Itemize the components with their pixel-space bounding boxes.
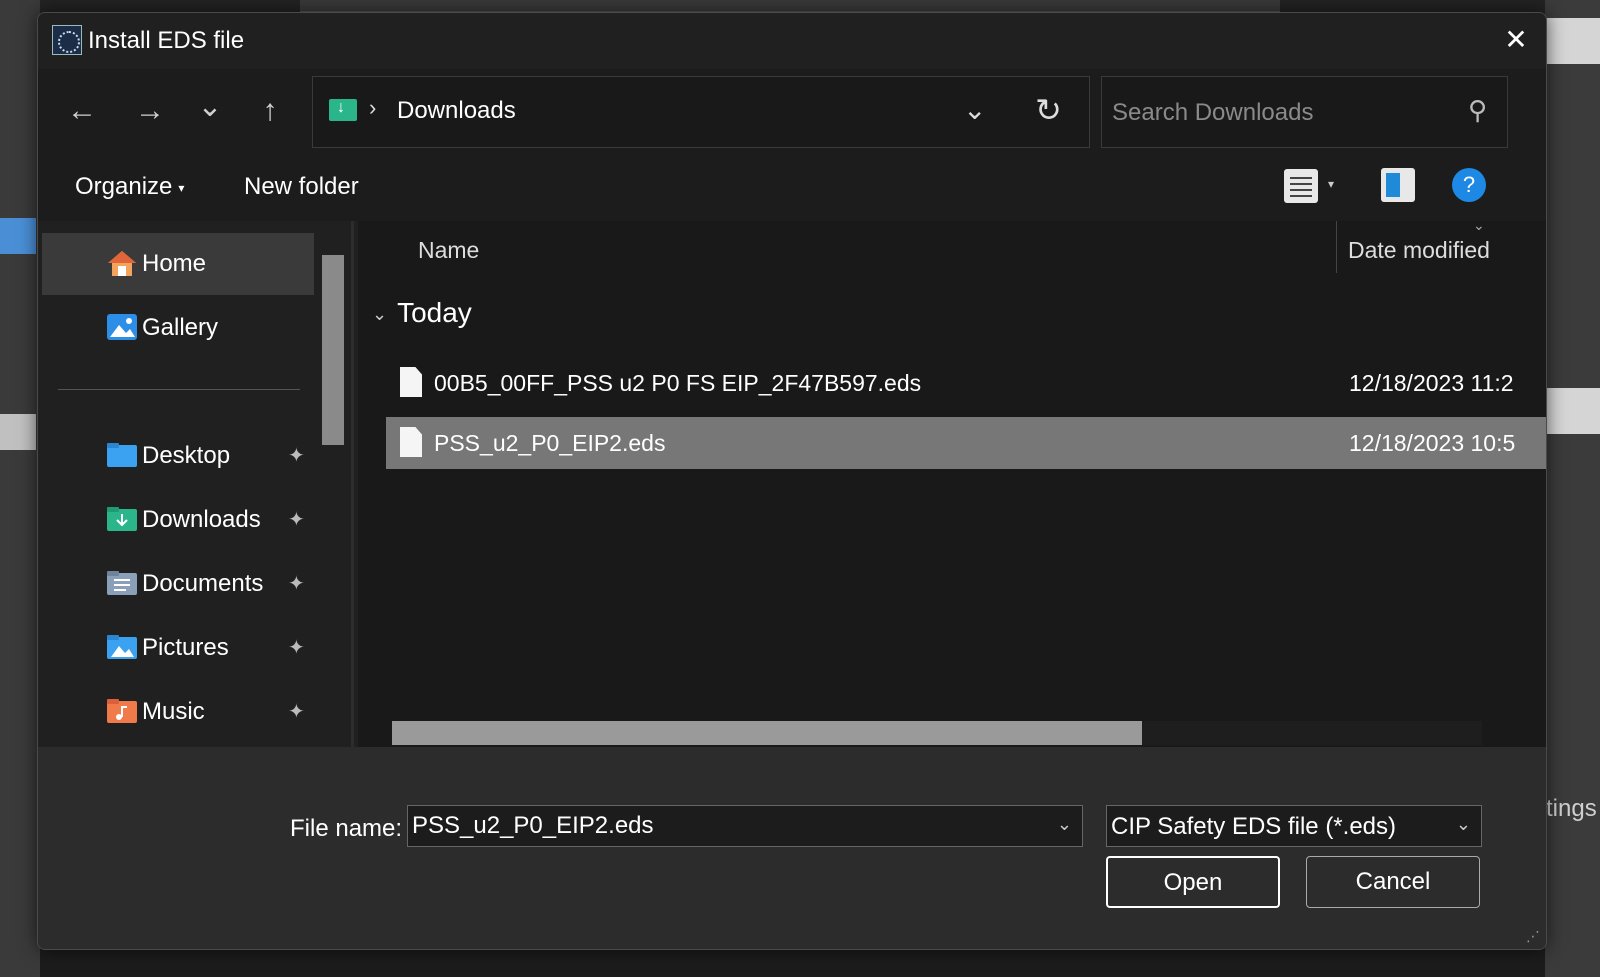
sort-indicator-icon: ⌄ <box>1473 217 1485 233</box>
forward-icon[interactable]: → <box>130 91 170 131</box>
file-icon <box>400 427 422 457</box>
chevron-down-icon[interactable]: ⌄ <box>1057 814 1072 835</box>
file-list: Name ⌄ Date modified ⌄ Today 00B5_00FF_PS… <box>358 217 1546 747</box>
navigation-bar: ← → ⌄ ↑ › Downloads ⌄ ↻ ⚲ <box>38 69 1546 159</box>
open-button[interactable]: Open <box>1106 856 1280 908</box>
file-date-modified: 12/18/2023 10:5 <box>1349 430 1516 456</box>
search-input[interactable] <box>1112 95 1442 131</box>
back-icon[interactable]: ← <box>62 91 102 131</box>
background-right-block <box>1545 388 1600 434</box>
dialog-footer: File name: ⌄ CIP Safety EDS file (*.eds)… <box>38 747 1546 949</box>
background-right-panel <box>1545 0 1600 977</box>
pin-icon[interactable]: ✦ <box>288 443 305 468</box>
file-name: 00B5_00FF_PSS u2 P0 FS EIP_2F47B597.eds <box>434 370 922 396</box>
file-name: PSS_u2_P0_EIP2.eds <box>434 430 666 456</box>
background-gray-block <box>0 414 36 450</box>
sidebar-item-label: Home <box>142 250 207 277</box>
gallery-icon <box>107 314 137 340</box>
chevron-down-icon[interactable]: ⌄ <box>372 304 387 324</box>
search-box[interactable]: ⚲ <box>1101 76 1508 148</box>
sidebar-item-label: Downloads <box>142 506 261 533</box>
file-row[interactable]: 00B5_00FF_PSS u2 P0 FS EIP_2F47B597.eds … <box>386 357 1546 409</box>
group-label: Today <box>397 297 472 328</box>
breadcrumb-downloads[interactable]: Downloads <box>397 97 516 125</box>
install-eds-dialog: Install EDS file ✕ ← → ⌄ ↑ › Downloads ⌄… <box>37 12 1547 950</box>
sidebar-item-documents[interactable]: Documents ✦ <box>42 553 314 615</box>
command-toolbar: Organize ▾ New folder ▾ ? <box>38 159 1546 221</box>
downloads-folder-icon <box>107 507 137 531</box>
file-name-input[interactable] <box>412 810 1032 842</box>
pin-icon[interactable]: ✦ <box>288 635 305 660</box>
cancel-button[interactable]: Cancel <box>1306 856 1480 908</box>
home-icon <box>108 251 136 276</box>
pin-icon[interactable]: ✦ <box>288 571 305 596</box>
sidebar-item-desktop[interactable]: Desktop ✦ <box>42 425 314 487</box>
sidebar-item-label: Documents <box>142 570 264 597</box>
downloads-folder-icon <box>329 99 357 121</box>
sidebar-scrollbar-thumb[interactable] <box>322 255 344 445</box>
close-button[interactable]: ✕ <box>1496 23 1536 59</box>
organize-caret-icon: ▾ <box>178 180 185 195</box>
organize-button[interactable]: Organize ▾ <box>75 173 184 201</box>
new-folder-button[interactable]: New folder <box>244 173 359 201</box>
sidebar-item-home[interactable]: Home <box>42 233 314 295</box>
chevron-down-icon[interactable]: ⌄ <box>1456 814 1471 835</box>
address-dropdown-icon[interactable]: ⌄ <box>963 93 986 126</box>
sidebar-item-label: Desktop <box>142 442 231 469</box>
sidebar-item-pictures[interactable]: Pictures ✦ <box>42 617 314 679</box>
up-icon[interactable]: ↑ <box>250 91 290 131</box>
organize-label: Organize <box>75 173 173 200</box>
documents-folder-icon <box>107 571 137 595</box>
resize-grip-icon[interactable]: ⋰ <box>1526 928 1540 945</box>
help-icon[interactable]: ? <box>1452 168 1486 202</box>
sidebar-item-music[interactable]: Music ✦ <box>42 681 314 743</box>
file-date-modified: 12/18/2023 11:2 <box>1349 370 1514 396</box>
sidebar-item-label: Gallery <box>142 314 219 341</box>
sidebar-item-label: Pictures <box>142 634 229 661</box>
sidebar-divider <box>58 389 300 390</box>
file-type-select[interactable]: CIP Safety EDS file (*.eds) ⌄ <box>1106 805 1482 847</box>
background-bottom-panel <box>40 948 1545 977</box>
column-separator[interactable] <box>1336 221 1337 273</box>
horizontal-scrollbar-thumb[interactable] <box>392 721 1142 745</box>
dialog-title: Install EDS file <box>88 27 245 54</box>
details-view-icon[interactable] <box>1284 169 1318 203</box>
background-blue-block <box>0 218 36 254</box>
background-left-panel <box>0 0 40 977</box>
view-options-caret-icon[interactable]: ▾ <box>1328 177 1334 191</box>
recent-locations-icon[interactable]: ⌄ <box>190 87 230 127</box>
column-header-date-modified[interactable]: Date modified <box>1348 237 1490 264</box>
desktop-folder-icon <box>107 443 137 467</box>
breadcrumb-chevron-icon[interactable]: › <box>369 95 376 121</box>
pin-icon[interactable]: ✦ <box>288 699 305 724</box>
file-name-label: File name: <box>290 815 403 842</box>
file-row-selected[interactable]: PSS_u2_P0_EIP2.eds 12/18/2023 10:5 <box>386 417 1546 469</box>
pane-splitter[interactable] <box>351 221 354 747</box>
navigation-pane: Home Gallery Desktop ✦ Downloads ✦ Docum… <box>38 221 354 747</box>
background-top-panel <box>300 0 1280 12</box>
pictures-folder-icon <box>107 635 137 659</box>
file-icon <box>400 367 422 397</box>
sidebar-item-gallery[interactable]: Gallery <box>42 297 314 359</box>
music-folder-icon <box>107 699 137 723</box>
pin-icon[interactable]: ✦ <box>288 507 305 532</box>
address-bar[interactable]: › Downloads ⌄ ↻ <box>312 76 1090 148</box>
group-header-today[interactable]: ⌄ Today <box>372 297 472 329</box>
refresh-icon[interactable]: ↻ <box>1035 91 1062 129</box>
file-type-value: CIP Safety EDS file (*.eds) <box>1111 813 1396 840</box>
sidebar-item-downloads[interactable]: Downloads ✦ <box>42 489 314 551</box>
app-icon <box>52 25 82 55</box>
title-bar[interactable]: Install EDS file ✕ <box>38 13 1546 69</box>
background-right-block <box>1545 18 1600 64</box>
search-icon[interactable]: ⚲ <box>1468 95 1487 126</box>
file-name-combobox[interactable]: ⌄ <box>407 805 1083 847</box>
column-header-name[interactable]: Name <box>418 237 479 264</box>
background-right-text: tings <box>1546 795 1597 822</box>
preview-pane-icon[interactable] <box>1381 168 1415 202</box>
sidebar-item-label: Music <box>142 698 205 725</box>
